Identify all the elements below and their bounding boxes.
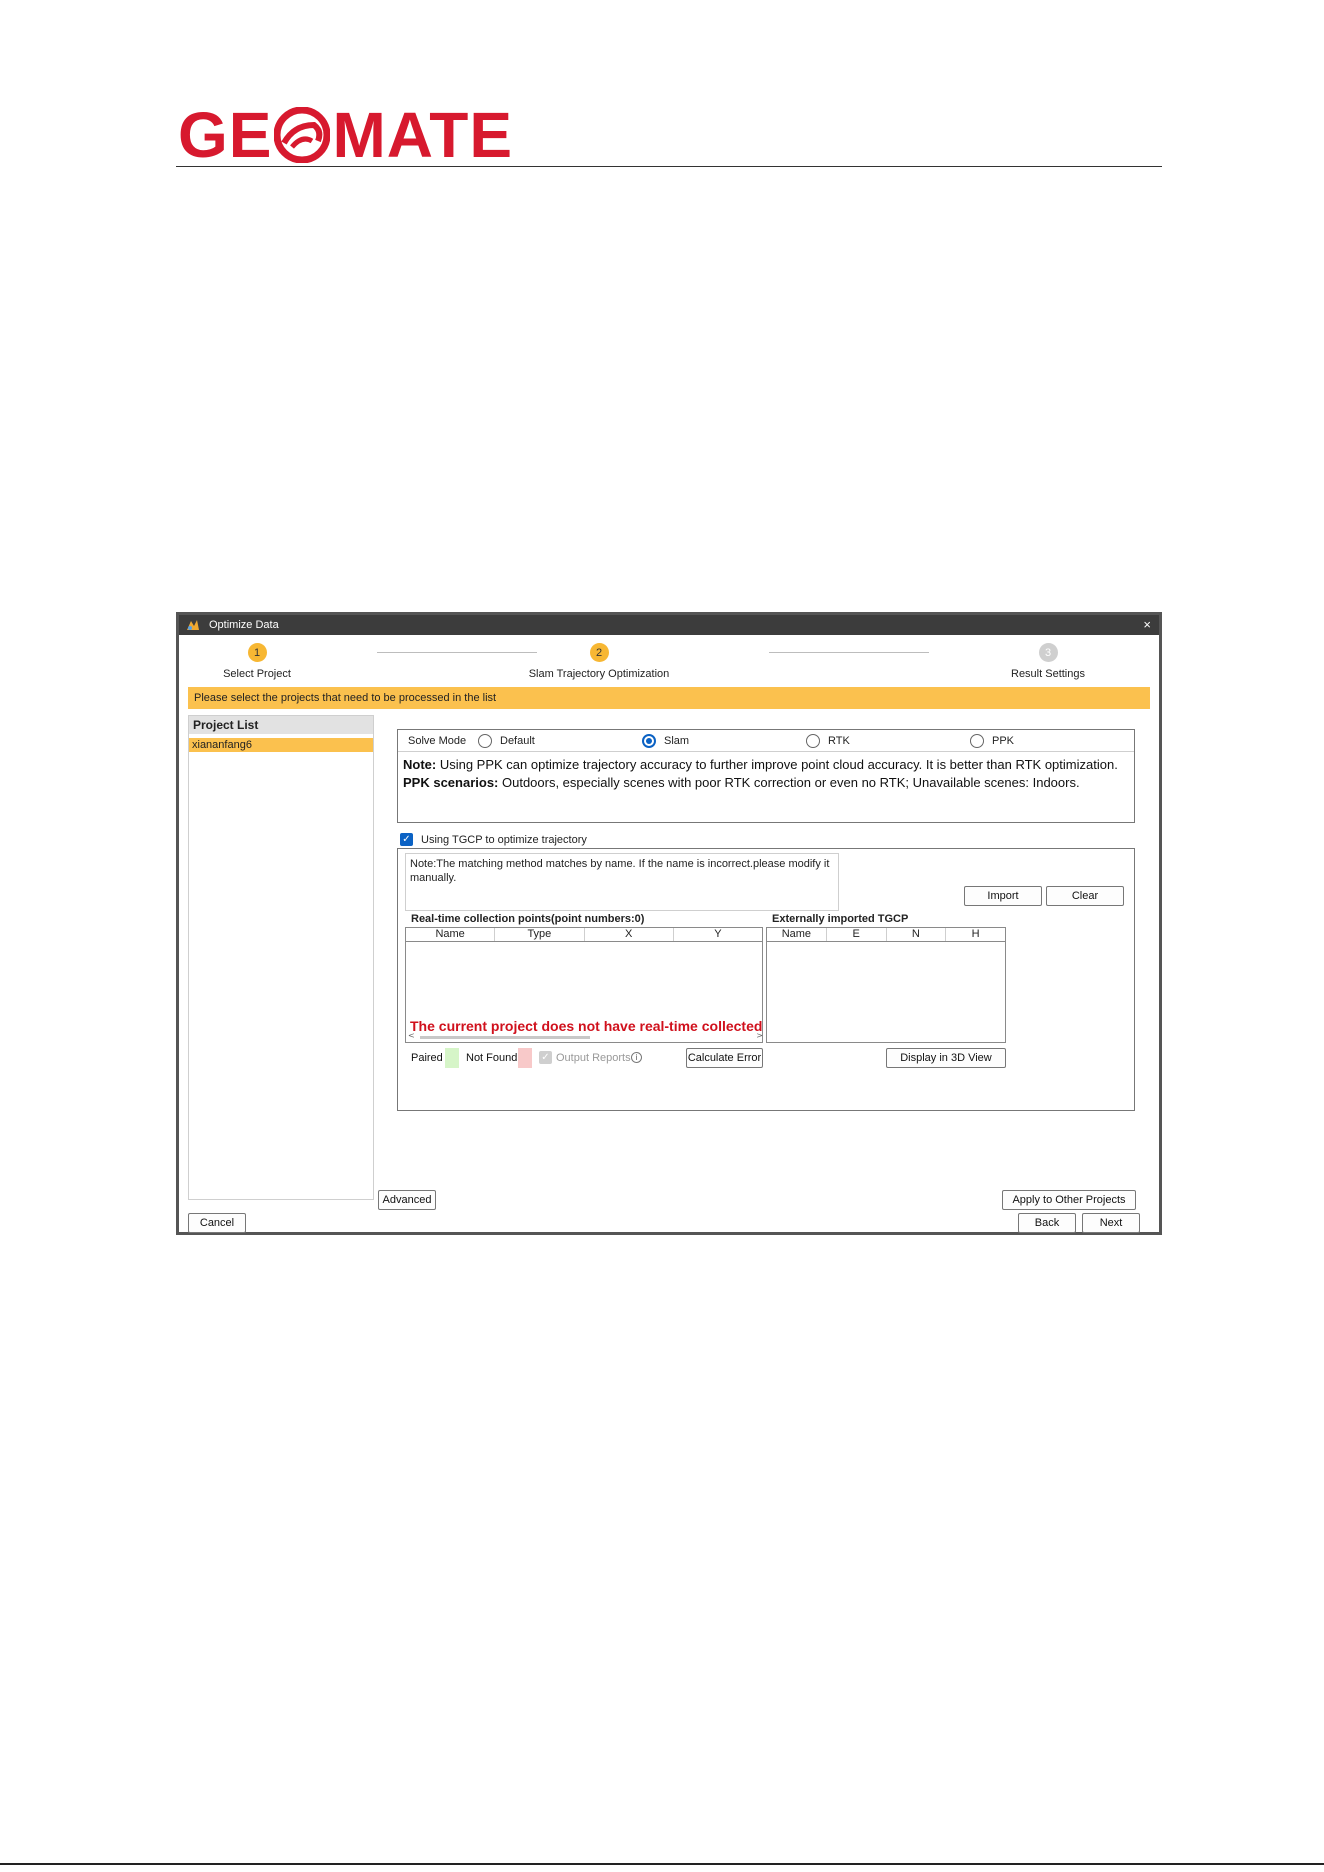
not-found-color-swatch <box>518 1048 532 1068</box>
radio-ppk-dot[interactable] <box>970 734 984 748</box>
import-button[interactable]: Import <box>964 886 1042 906</box>
col-name[interactable]: Name <box>406 928 496 941</box>
step-3-badge: 3 <box>1038 643 1058 662</box>
close-icon[interactable]: × <box>1143 617 1151 632</box>
solve-mode-label: Solve Mode <box>408 735 467 747</box>
solve-mode-row: Solve Mode Default Slam RTK PPK <box>398 730 1134 752</box>
footer-divider <box>0 1863 1324 1865</box>
col-y[interactable]: Y <box>674 928 762 941</box>
external-tgcp-table[interactable]: Name E N H <box>766 927 1006 1043</box>
paired-label: Paired <box>411 1052 443 1064</box>
solve-mode-note: Note: Using PPK can optimize trajectory … <box>398 752 1134 792</box>
back-button[interactable]: Back <box>1018 1213 1076 1233</box>
next-button[interactable]: Next <box>1082 1213 1140 1233</box>
radio-rtk-label: RTK <box>828 735 850 747</box>
realtime-table-header: Name Type X Y <box>406 928 762 942</box>
col-name[interactable]: Name <box>767 928 827 941</box>
window-titlebar[interactable]: Optimize Data × <box>179 615 1159 635</box>
tgcp-matching-note: Note:The matching method matches by name… <box>405 853 839 911</box>
step-select-project: 1 Select Project <box>212 643 302 680</box>
step-slam-optimization: 2 Slam Trajectory Optimization <box>509 643 689 680</box>
info-icon[interactable]: i <box>631 1052 642 1063</box>
realtime-points-title: Real-time collection points(point number… <box>411 913 645 925</box>
external-table-header: Name E N H <box>767 928 1005 942</box>
horizontal-scrollbar[interactable]: < > <box>408 1031 763 1042</box>
instruction-banner: Please select the projects that need to … <box>188 687 1150 709</box>
radio-slam-dot[interactable] <box>642 734 656 748</box>
radio-ppk[interactable]: PPK <box>970 734 1014 748</box>
radio-rtk-dot[interactable] <box>806 734 820 748</box>
realtime-points-table[interactable]: Name Type X Y The current project does n… <box>405 927 812 1043</box>
output-reports-checkbox[interactable]: ✓ <box>539 1051 552 1064</box>
clear-button[interactable]: Clear <box>1046 886 1124 906</box>
solve-mode-box: Solve Mode Default Slam RTK PPK Note: Us… <box>397 729 1135 823</box>
paired-color-swatch <box>445 1048 459 1068</box>
project-list-header: Project List <box>189 716 373 734</box>
output-reports-label: Output Reports <box>556 1052 631 1064</box>
radio-default-label: Default <box>500 735 535 747</box>
external-tgcp-title: Externally imported TGCP <box>772 913 909 925</box>
scroll-left-icon[interactable]: < <box>408 1031 415 1040</box>
not-found-label: Not Found <box>466 1052 518 1064</box>
window-title: Optimize Data <box>209 619 279 631</box>
col-h[interactable]: H <box>946 928 1005 941</box>
radio-slam-label: Slam <box>664 735 690 747</box>
realtime-empty-message: The current project does not have real-t… <box>410 1018 813 1034</box>
step-1-badge: 1 <box>247 643 267 662</box>
logo-text-right: MATE <box>332 99 514 171</box>
advanced-button[interactable]: Advanced <box>378 1190 436 1210</box>
radio-default[interactable]: Default <box>478 734 535 748</box>
step-result-settings: 3 Result Settings <box>993 643 1103 680</box>
use-tgcp-checkbox[interactable]: ✓ Using TGCP to optimize trajectory <box>400 833 587 846</box>
step-3-label: Result Settings <box>1011 668 1085 680</box>
project-list-item[interactable]: xiananfang6 <box>189 738 373 752</box>
display-3d-view-button[interactable]: Display in 3D View <box>886 1048 1006 1068</box>
logo-text-left: GE <box>178 99 273 171</box>
scenarios-text: Outdoors, especially scenes with poor RT… <box>498 775 1080 790</box>
project-list-panel: Project List xiananfang6 <box>188 715 374 1200</box>
calculate-error-button[interactable]: Calculate Error <box>686 1048 763 1068</box>
scenarios-label: PPK scenarios: <box>403 775 499 790</box>
scrollbar-thumb[interactable] <box>420 1036 590 1039</box>
header-divider <box>176 166 1162 167</box>
col-e[interactable]: E <box>827 928 887 941</box>
radio-slam[interactable]: Slam <box>642 734 689 748</box>
radio-default-dot[interactable] <box>478 734 492 748</box>
step-connector <box>769 652 929 653</box>
radio-ppk-label: PPK <box>992 735 1015 747</box>
geomate-logo: GE MATE <box>178 103 513 167</box>
apply-to-other-projects-button[interactable]: Apply to Other Projects <box>1002 1190 1136 1210</box>
tgcp-box: Note:The matching method matches by name… <box>397 848 1135 1111</box>
radio-rtk[interactable]: RTK <box>806 734 850 748</box>
use-tgcp-label: Using TGCP to optimize trajectory <box>421 833 587 846</box>
app-icon <box>187 620 199 630</box>
step-1-label: Select Project <box>223 668 291 680</box>
step-2-badge: 2 <box>589 643 609 662</box>
optimize-data-window: Optimize Data × 1 Select Project 2 Slam … <box>176 612 1162 1235</box>
scroll-right-icon[interactable]: > <box>756 1031 763 1040</box>
step-2-label: Slam Trajectory Optimization <box>528 668 670 680</box>
checkbox-checked-icon[interactable]: ✓ <box>400 833 413 846</box>
cancel-button[interactable]: Cancel <box>188 1213 246 1233</box>
logo-swirl-icon <box>274 107 331 163</box>
col-x[interactable]: X <box>585 928 674 941</box>
note-label: Note: <box>403 757 437 772</box>
note-text: Using PPK can optimize trajectory accura… <box>436 757 1118 772</box>
col-n[interactable]: N <box>887 928 947 941</box>
col-type[interactable]: Type <box>495 928 585 941</box>
